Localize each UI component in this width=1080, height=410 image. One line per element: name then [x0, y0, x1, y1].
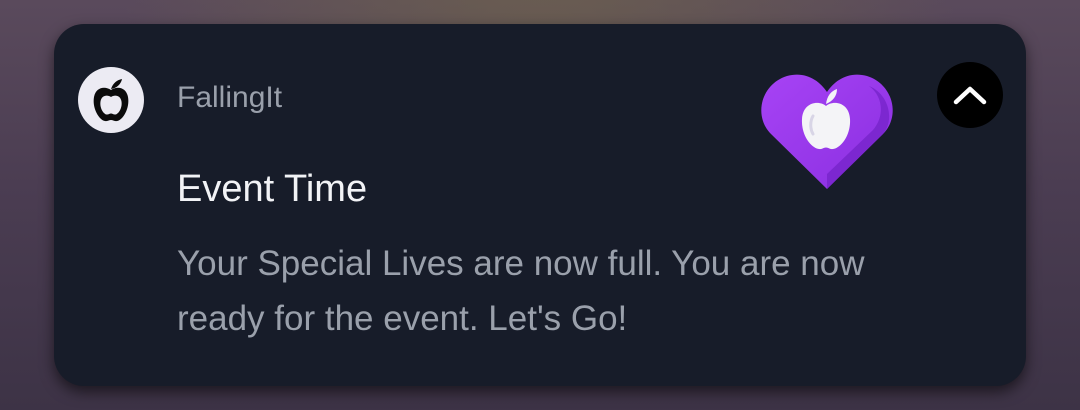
collapse-button[interactable]	[937, 62, 1003, 128]
app-icon	[78, 67, 144, 133]
apple-icon	[93, 79, 129, 122]
notification-card[interactable]: FallingIt Event Time Your Special Lives …	[54, 24, 1026, 386]
purple-heart-apple-icon	[757, 66, 897, 192]
chevron-up-icon	[953, 86, 987, 105]
notification-message: Your Special Lives are now full. You are…	[177, 244, 865, 338]
app-name: FallingIt	[177, 81, 283, 114]
notification-title: Event Time	[177, 168, 368, 210]
